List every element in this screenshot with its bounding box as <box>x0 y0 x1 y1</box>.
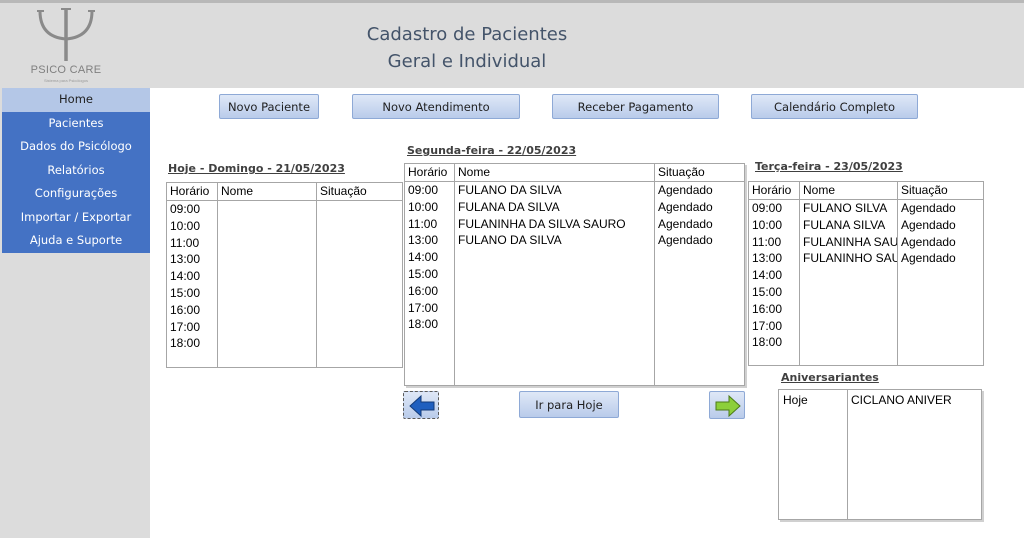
time-cell: 14:00 <box>752 268 783 283</box>
patient-name-cell[interactable]: FULANO SILVA <box>800 200 897 217</box>
status-cell: Agendado <box>658 216 713 231</box>
header-situacao: Situação <box>898 182 983 200</box>
monday-col-situacao: Situação Agendado Agendado Agendado Agen… <box>654 164 744 385</box>
previous-day-button[interactable] <box>403 391 439 419</box>
time-cell: 14:00 <box>408 250 439 265</box>
birthdays-col-nome: CICLANO ANIVER <box>848 390 981 519</box>
tuesday-col-horario: Horário 09:00 10:00 11:00 13:00 14:00 15… <box>749 182 799 365</box>
time-cell: 13:00 <box>170 252 201 267</box>
sidebar-item-dados-psicologo[interactable]: Dados do Psicólogo <box>2 135 150 159</box>
sidebar-nav: Home Pacientes Dados do Psicólogo Relató… <box>2 88 150 253</box>
time-cell: 15:00 <box>170 285 201 300</box>
psi-icon <box>37 8 95 61</box>
time-cell: 09:00 <box>408 183 439 197</box>
header-horario: Horário <box>405 164 454 182</box>
patient-name-cell[interactable]: FULANINHA DA SILVA SAURO <box>455 216 654 233</box>
patient-name-cell[interactable]: FULANINHO SAURO <box>800 250 897 267</box>
today-label: Hoje - Domingo - 21/05/2023 <box>168 162 345 175</box>
sidebar-item-ajuda-suporte[interactable]: Ajuda e Suporte <box>2 229 150 253</box>
time-cell: 16:00 <box>408 283 439 298</box>
time-cell: 10:00 <box>408 199 439 214</box>
ir-para-hoje-button[interactable]: Ir para Hoje <box>519 391 619 418</box>
brand-name: PSICO CARE <box>30 64 102 76</box>
birthday-name-cell[interactable]: CICLANO ANIVER <box>848 390 981 410</box>
calendario-completo-button[interactable]: Calendário Completo <box>751 94 918 119</box>
time-cell: 14:00 <box>170 269 201 284</box>
today-schedule: Horário 09:00 10:00 11:00 13:00 14:00 15… <box>166 182 403 368</box>
time-cell: 18:00 <box>408 317 439 332</box>
sidebar-item-home[interactable]: Home <box>2 88 150 112</box>
status-cell: Agendado <box>901 251 956 266</box>
brand-tagline: Sistema para Psicólogos <box>43 78 89 83</box>
patient-name-cell[interactable]: FULANA DA SILVA <box>455 199 654 216</box>
header-nome: Nome <box>455 164 654 182</box>
status-cell: Agendado <box>658 183 713 197</box>
today-col-situacao: Situação <box>316 183 402 367</box>
tuesday-label: Terça-feira - 23/05/2023 <box>755 160 903 173</box>
time-cell: 15:00 <box>408 266 439 281</box>
tuesday-schedule: Horário 09:00 10:00 11:00 13:00 14:00 15… <box>748 181 984 366</box>
sidebar: Home Pacientes Dados do Psicólogo Relató… <box>0 88 150 538</box>
time-cell: 16:00 <box>752 301 783 316</box>
time-cell: 09:00 <box>170 202 201 216</box>
page-title-line2: Geral e Individual <box>387 51 547 72</box>
header-horario: Horário <box>167 183 217 201</box>
time-cell: 17:00 <box>752 318 783 333</box>
header-situacao: Situação <box>317 183 402 201</box>
header-situacao: Situação <box>655 164 744 182</box>
status-cell: Agendado <box>901 234 956 249</box>
arrow-left-icon <box>409 395 435 417</box>
arrow-right-icon <box>715 395 741 417</box>
header-nome: Nome <box>218 183 316 201</box>
time-cell: 13:00 <box>408 233 439 248</box>
novo-atendimento-button[interactable]: Novo Atendimento <box>352 94 520 119</box>
patient-name-cell[interactable]: FULANINHA SAURO <box>800 234 897 251</box>
today-col-nome: Nome <box>217 183 316 367</box>
sidebar-item-configuracoes[interactable]: Configurações <box>2 182 150 206</box>
sidebar-item-pacientes[interactable]: Pacientes <box>2 111 150 135</box>
today-col-horario: Horário 09:00 10:00 11:00 13:00 14:00 15… <box>167 183 217 367</box>
time-cell: 13:00 <box>752 251 783 266</box>
time-cell: 17:00 <box>170 319 201 334</box>
birthday-when-cell: Hoje <box>783 393 808 407</box>
receber-pagamento-button[interactable]: Receber Pagamento <box>552 94 719 119</box>
time-cell: 10:00 <box>752 217 783 232</box>
sidebar-item-importar-exportar[interactable]: Importar / Exportar <box>2 205 150 229</box>
time-cell: 10:00 <box>170 218 201 233</box>
time-cell: 09:00 <box>752 201 783 215</box>
patient-name-cell[interactable]: FULANO DA SILVA <box>455 232 654 249</box>
sidebar-item-relatorios[interactable]: Relatórios <box>2 158 150 182</box>
status-cell: Agendado <box>901 201 956 215</box>
birthdays-label: Aniversariantes <box>781 371 879 384</box>
time-cell: 11:00 <box>170 235 200 250</box>
patient-name-cell[interactable]: FULANA SILVA <box>800 217 897 234</box>
monday-schedule: Horário 09:00 10:00 11:00 13:00 14:00 15… <box>404 163 745 386</box>
time-cell: 18:00 <box>752 335 783 350</box>
time-cell: 18:00 <box>170 336 201 351</box>
status-cell: Agendado <box>658 233 713 248</box>
page-title: Cadastro de Pacientes Geral e Individual <box>330 21 604 75</box>
tuesday-col-situacao: Situação Agendado Agendado Agendado Agen… <box>897 182 983 365</box>
time-cell: 15:00 <box>752 284 783 299</box>
app-header: PSICO CARE Sistema para Psicólogos Cadas… <box>0 3 1024 88</box>
time-cell: 11:00 <box>408 216 438 231</box>
birthdays-col-quando: Hoje <box>779 390 848 519</box>
time-cell: 11:00 <box>752 234 782 249</box>
monday-col-horario: Horário 09:00 10:00 11:00 13:00 14:00 15… <box>405 164 454 385</box>
monday-col-nome: Nome FULANO DA SILVA FULANA DA SILVA FUL… <box>454 164 654 385</box>
status-cell: Agendado <box>658 199 713 214</box>
next-day-button[interactable] <box>709 391 745 419</box>
birthdays-table: Hoje CICLANO ANIVER <box>778 389 982 520</box>
logo: PSICO CARE Sistema para Psicólogos <box>18 3 114 88</box>
novo-paciente-button[interactable]: Novo Paciente <box>219 94 319 119</box>
page-title-line1: Cadastro de Pacientes <box>366 24 568 45</box>
time-cell: 16:00 <box>170 302 201 317</box>
header-horario: Horário <box>749 182 799 200</box>
monday-label: Segunda-feira - 22/05/2023 <box>407 144 577 157</box>
tuesday-col-nome: Nome FULANO SILVA FULANA SILVA FULANINHA… <box>799 182 897 365</box>
header-nome: Nome <box>800 182 897 200</box>
time-cell: 17:00 <box>408 300 439 315</box>
patient-name-cell[interactable]: FULANO DA SILVA <box>455 182 654 199</box>
status-cell: Agendado <box>901 217 956 232</box>
